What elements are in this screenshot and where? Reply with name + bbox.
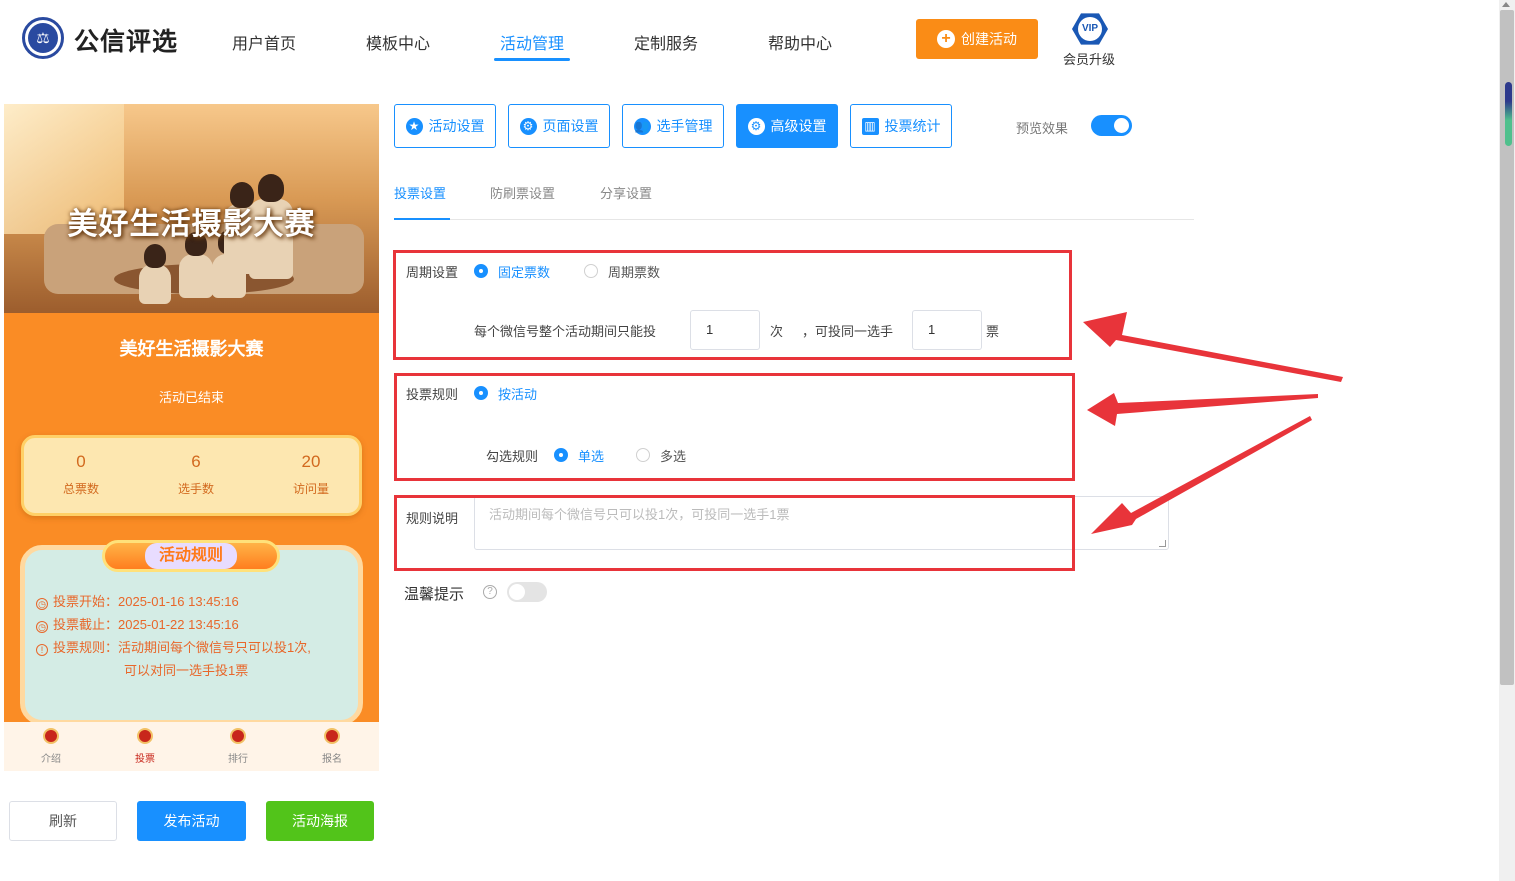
side-widget-bar[interactable] [1505,82,1512,146]
scroll-up-icon[interactable] [1502,2,1510,7]
arrow-to-vote-rule [1087,393,1318,426]
arrow-to-cycle [1083,312,1343,382]
annotation-arrows [1083,312,1343,534]
arrow-to-rule-desc [1091,416,1312,534]
